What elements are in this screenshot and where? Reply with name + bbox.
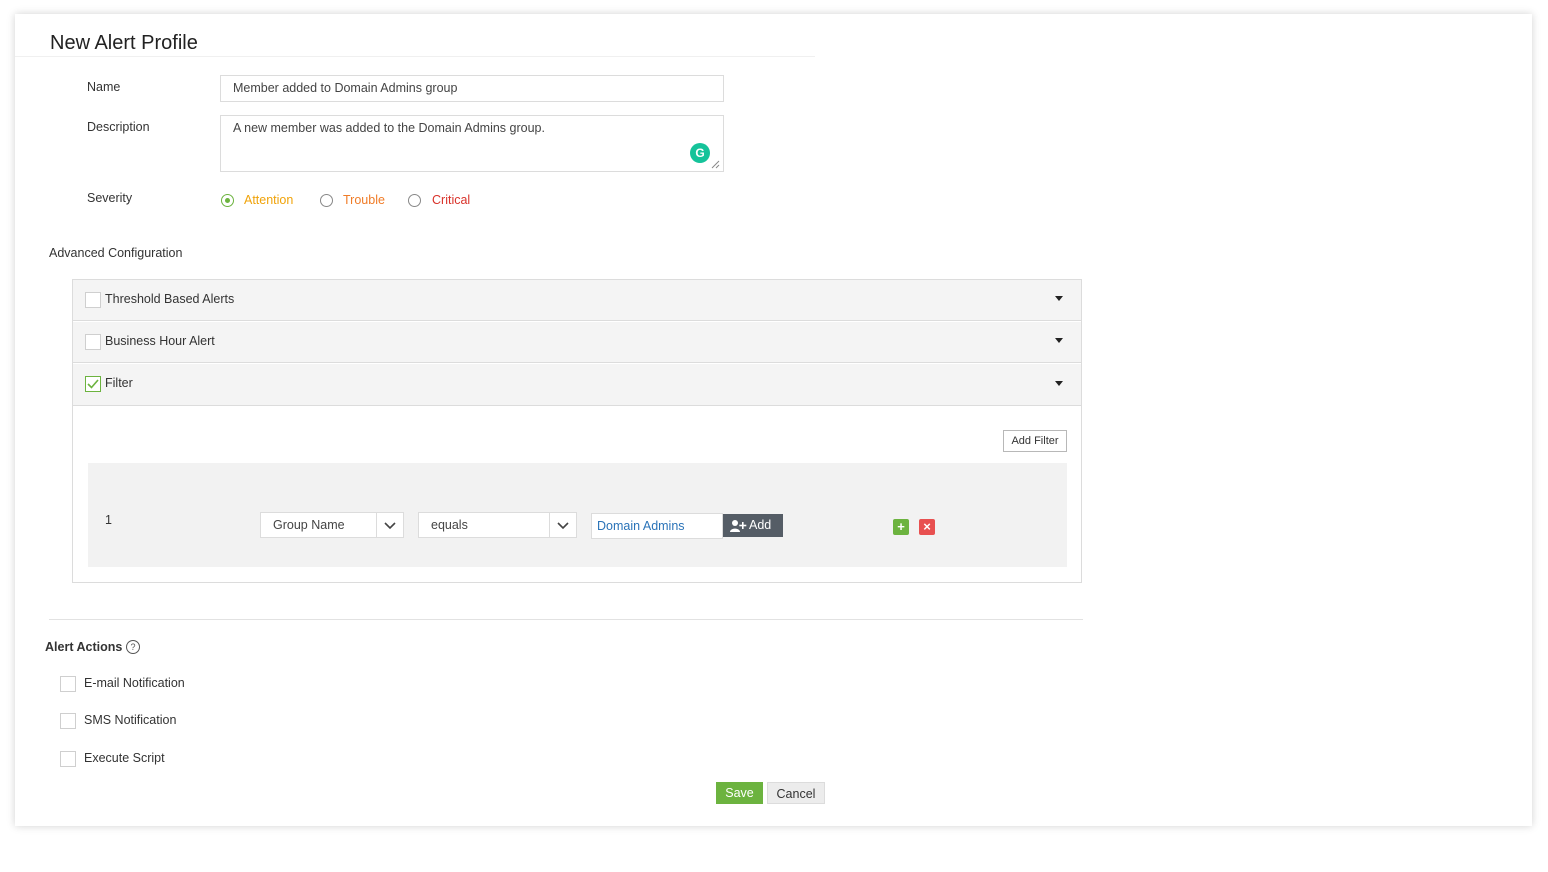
title-divider xyxy=(15,56,815,57)
radio-critical[interactable] xyxy=(408,194,421,207)
severity-label: Severity xyxy=(87,191,133,205)
section-divider xyxy=(49,619,1083,620)
radio-attention[interactable] xyxy=(221,194,234,207)
caret-down-icon[interactable] xyxy=(1055,381,1063,386)
chevron-down-icon[interactable] xyxy=(376,513,403,537)
severity-attention-label: Attention xyxy=(244,193,294,207)
filter-row-container xyxy=(88,463,1067,567)
execute-script-label: Execute Script xyxy=(84,751,165,765)
add-user-icon xyxy=(730,520,747,532)
chevron-down-icon[interactable] xyxy=(549,513,576,537)
alert-profile-card: New Alert Profile Name Member added to D… xyxy=(15,14,1532,826)
add-filter-button[interactable]: Add Filter xyxy=(1003,430,1067,452)
accordion-filter[interactable]: Filter xyxy=(73,364,1081,406)
page-title: New Alert Profile xyxy=(50,32,198,54)
advanced-config-title: Advanced Configuration xyxy=(49,246,183,260)
filter-field-select[interactable]: Group Name xyxy=(260,512,404,538)
sms-notification-checkbox[interactable] xyxy=(60,713,76,729)
resize-handle-icon[interactable] xyxy=(710,159,720,169)
alert-actions-title: Alert Actions xyxy=(45,640,123,654)
email-notification-label: E-mail Notification xyxy=(84,676,185,690)
business-hour-checkbox[interactable] xyxy=(85,334,101,350)
filter-operator-select[interactable]: equals xyxy=(418,512,577,538)
email-notification-checkbox[interactable] xyxy=(60,676,76,692)
accordion-business-hour[interactable]: Business Hour Alert xyxy=(73,322,1081,363)
add-row-plus-icon[interactable]: + xyxy=(893,519,909,535)
filter-row-index: 1 xyxy=(105,513,112,527)
save-button[interactable]: Save xyxy=(716,782,763,804)
threshold-alerts-checkbox[interactable] xyxy=(85,292,101,308)
name-input[interactable]: Member added to Domain Admins group xyxy=(220,75,724,102)
description-textarea[interactable]: A new member was added to the Domain Adm… xyxy=(220,115,724,172)
add-value-label: Add xyxy=(749,518,772,532)
caret-down-icon[interactable] xyxy=(1055,338,1063,343)
add-value-button[interactable]: Add xyxy=(723,514,783,537)
business-hour-label: Business Hour Alert xyxy=(105,334,215,348)
sms-notification-label: SMS Notification xyxy=(84,713,177,727)
grammarly-icon[interactable]: G xyxy=(690,143,710,163)
name-label: Name xyxy=(87,80,121,94)
threshold-alerts-label: Threshold Based Alerts xyxy=(105,292,235,306)
remove-row-close-icon[interactable]: × xyxy=(919,519,935,535)
filter-checkbox[interactable] xyxy=(85,376,101,392)
severity-trouble-label: Trouble xyxy=(343,193,385,207)
radio-trouble[interactable] xyxy=(320,194,333,207)
accordion-threshold-alerts[interactable]: Threshold Based Alerts xyxy=(73,280,1081,321)
filter-operator-value: equals xyxy=(431,518,468,532)
filter-field-value: Group Name xyxy=(273,518,345,532)
execute-script-checkbox[interactable] xyxy=(60,751,76,767)
filter-value-input[interactable]: Domain Admins xyxy=(591,513,723,539)
caret-down-icon[interactable] xyxy=(1055,296,1063,301)
severity-critical-label: Critical xyxy=(432,193,471,207)
cancel-button[interactable]: Cancel xyxy=(767,782,825,804)
filter-label: Filter xyxy=(105,376,133,390)
check-icon xyxy=(87,379,99,389)
description-label: Description xyxy=(87,120,150,134)
help-question-icon[interactable]: ? xyxy=(126,640,140,654)
